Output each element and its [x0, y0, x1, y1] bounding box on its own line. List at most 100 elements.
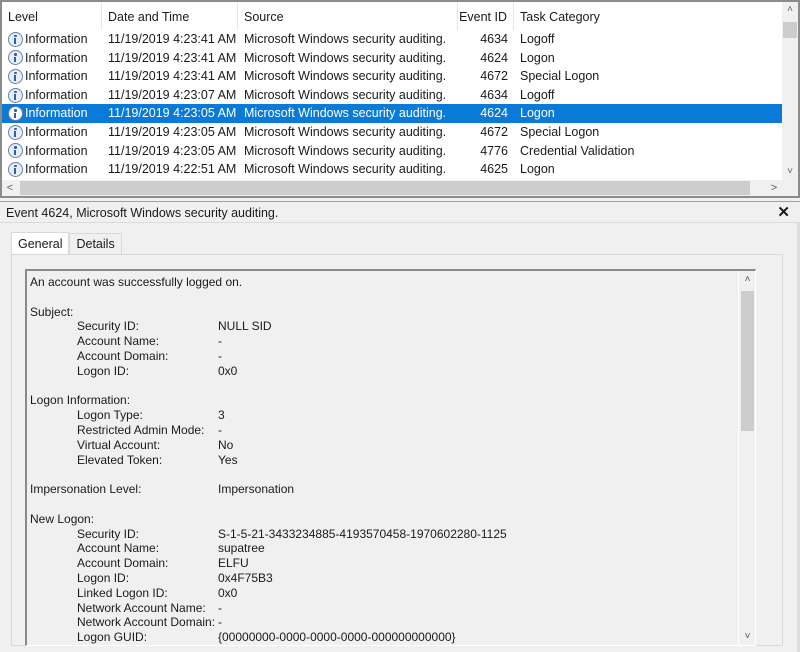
event-task-category: Logon: [520, 162, 555, 177]
event-row[interactable]: Information 11/19/2019 4:23:07 AM Microsof…: [2, 86, 782, 105]
event-date-time: 11/19/2019 4:22:51 AM: [108, 162, 237, 177]
event-message-box[interactable]: An account was successfully logged on. Su…: [25, 269, 756, 646]
event-list-rows: Information 11/19/2019 4:23:41 AM Microsof…: [2, 30, 782, 179]
close-icon[interactable]: ✕: [777, 204, 790, 222]
event-row[interactable]: Information 11/19/2019 4:23:05 AM Microsof…: [2, 123, 782, 142]
event-level: Information: [25, 50, 88, 65]
information-icon: [8, 106, 23, 122]
message-line: An account was successfully logged on.: [30, 275, 735, 290]
scrollbar-thumb[interactable]: [741, 291, 754, 431]
event-level: Information: [23, 104, 88, 123]
event-row[interactable]: Information 11/19/2019 4:23:41 AM Microsof…: [2, 49, 782, 68]
message-line: Network Account Domain: -: [30, 615, 735, 630]
event-source: Microsoft Windows security auditing.: [244, 32, 447, 46]
scrollbar-thumb[interactable]: [783, 22, 797, 38]
message-field-label: An account was successfully logged on.: [30, 275, 243, 289]
column-header-level[interactable]: Level: [2, 2, 102, 30]
event-date-time: 11/19/2019 4:23:41 AM: [108, 32, 237, 46]
event-level: Information: [25, 162, 88, 177]
message-line: Account Domain: -: [30, 349, 735, 364]
message-line: Security ID: S-1-5-21-3433234885-41935704…: [30, 527, 735, 542]
scroll-left-arrow-icon[interactable]: <: [2, 180, 18, 196]
message-field-label: Elevated Token:: [77, 452, 163, 467]
event-level-cell: Information: [2, 160, 102, 179]
message-field-label: Logon ID:: [77, 570, 130, 585]
event-level: Information: [25, 87, 88, 102]
event-id: 4776: [480, 143, 508, 158]
scroll-right-arrow-icon[interactable]: >: [766, 180, 782, 196]
event-id: 4624: [458, 104, 514, 123]
column-header-source[interactable]: Source: [238, 2, 458, 30]
message-line: Subject:: [30, 305, 735, 320]
message-field-value: -: [218, 348, 222, 363]
event-row[interactable]: Information 11/19/2019 4:23:41 AM Microsof…: [2, 67, 782, 86]
column-header-event-id[interactable]: Event ID: [458, 2, 514, 30]
message-line: Account Domain: ELFU: [30, 556, 735, 571]
event-level-cell: Information: [2, 86, 102, 105]
event-level-cell: Information: [2, 104, 102, 123]
message-field-label: Security ID:: [77, 319, 140, 334]
event-list-vertical-scrollbar[interactable]: ˄ ˅: [782, 2, 798, 180]
detail-pane: General Details An account was successfu…: [0, 223, 800, 652]
scroll-up-arrow-icon[interactable]: ˄: [739, 271, 755, 288]
message-line: Linked Logon ID: 0x0: [30, 586, 735, 601]
scroll-up-arrow-icon[interactable]: ˄: [782, 2, 798, 18]
event-level: Information: [25, 143, 88, 158]
information-icon: [8, 124, 23, 140]
message-line: Virtual Account: No: [30, 438, 735, 453]
message-field-label: Logon GUID:: [77, 630, 148, 645]
message-field-value: 0x0: [218, 363, 238, 378]
message-field-value: 3: [218, 408, 225, 423]
message-field-value: supatree: [218, 541, 265, 556]
message-field-value: Impersonation: [218, 482, 295, 497]
event-task-category: Credential Validation: [520, 143, 635, 158]
message-line: Account Name: -: [30, 334, 735, 349]
message-field-label: Subject:: [30, 304, 74, 319]
column-header-date-time[interactable]: Date and Time: [102, 2, 238, 30]
event-task-category: Logoff: [520, 87, 555, 102]
scroll-down-arrow-icon[interactable]: ˅: [739, 628, 755, 645]
message-line: Restricted Admin Mode: -: [30, 423, 735, 438]
event-row[interactable]: Information 11/19/2019 4:22:51 AM Microsof…: [2, 160, 782, 179]
information-icon: [8, 87, 23, 103]
event-source: Microsoft Windows security auditing.: [244, 162, 447, 177]
message-field-value: No: [218, 437, 234, 452]
event-level-cell: Information: [2, 30, 102, 49]
message-vertical-scrollbar[interactable]: ˄ ˅: [738, 271, 755, 645]
event-id: 4625: [480, 162, 508, 177]
event-list-horizontal-scrollbar[interactable]: < >: [2, 180, 782, 196]
information-icon: [8, 50, 23, 66]
event-date-time: 11/19/2019 4:23:41 AM: [108, 50, 237, 65]
message-line: Impersonation Level: Impersonation: [30, 482, 735, 497]
event-row[interactable]: Information 11/19/2019 4:23:05 AM Microsof…: [2, 104, 782, 123]
tab-details[interactable]: Details: [69, 233, 122, 254]
event-level: Information: [25, 124, 88, 139]
event-row[interactable]: Information 11/19/2019 4:23:05 AM Microsof…: [2, 142, 782, 161]
event-task-category: Special Logon: [520, 124, 600, 139]
message-line: Account Name: supatree: [30, 541, 735, 556]
event-list: Level Date and Time Source Event ID Task…: [0, 0, 800, 198]
event-row[interactable]: Information 11/19/2019 4:23:41 AM Microsof…: [2, 30, 782, 49]
message-field-label: Network Account Name:: [77, 600, 206, 615]
event-source: Microsoft Windows security auditing.: [238, 104, 458, 123]
message-field-label: Logon Type:: [77, 408, 143, 423]
event-source: Microsoft Windows security auditing.: [244, 87, 447, 102]
general-tab-panel: An account was successfully logged on. Su…: [11, 254, 783, 646]
tab-general[interactable]: General: [11, 232, 70, 255]
event-date-time: 11/19/2019 4:23:05 AM: [108, 143, 237, 158]
event-task-category: Logoff: [520, 32, 555, 46]
scrollbar-thumb[interactable]: [20, 181, 750, 195]
scrollbar-corner: [782, 180, 798, 196]
event-level-cell: Information: [2, 67, 102, 86]
scroll-down-arrow-icon[interactable]: ˅: [782, 164, 798, 180]
event-task-category: Logon: [514, 104, 782, 123]
message-field-label: Virtual Account:: [77, 437, 161, 452]
column-header-task-category[interactable]: Task Category: [514, 2, 782, 30]
message-field-value: S-1-5-21-3433234885-4193570458-197060228…: [218, 526, 507, 541]
detail-title: Event 4624, Microsoft Windows security a…: [6, 206, 279, 220]
message-field-value: Yes: [218, 452, 238, 467]
event-task-category: Special Logon: [520, 69, 600, 84]
event-id: 4672: [480, 69, 508, 84]
